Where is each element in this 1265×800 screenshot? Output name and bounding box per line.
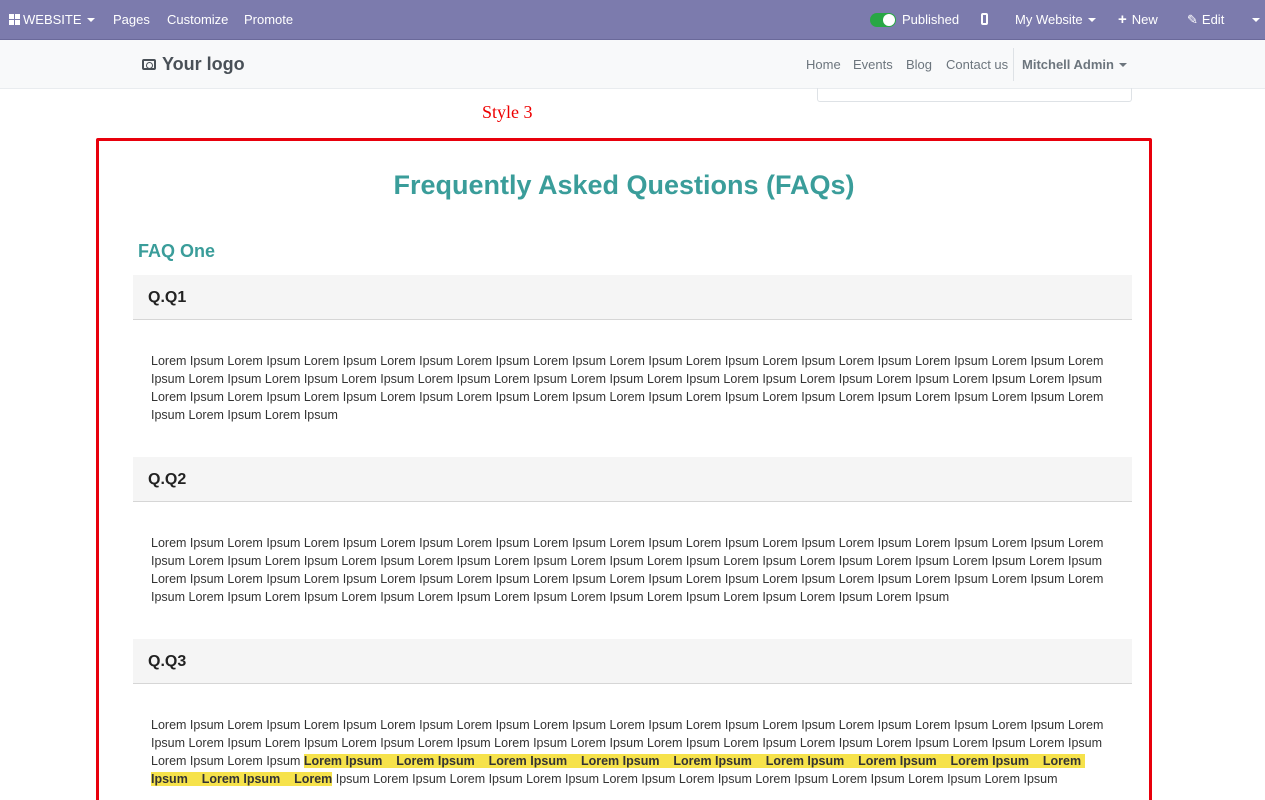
edit-button[interactable]: ✎ Edit [1187,0,1224,40]
faq-container: Frequently Asked Questions (FAQs) FAQ On… [96,138,1152,800]
faq-answer: Lorem Ipsum Lorem Ipsum Lorem Ipsum Lore… [151,716,1113,788]
chevron-down-icon [1087,18,1096,22]
new-label: New [1131,12,1158,27]
chevron-down-icon [1252,18,1260,22]
edit-label: Edit [1201,12,1225,27]
pencil-icon: ✎ [1187,12,1198,27]
published-toggle[interactable]: Published [870,0,959,40]
new-button[interactable]: + New [1118,0,1158,40]
site-logo[interactable]: Your logo [142,54,245,75]
nav-divider [1013,48,1014,81]
logo-text: Your logo [162,54,245,74]
faq-question-header[interactable]: Q.Q1 [133,275,1132,320]
user-menu-button[interactable]: Mitchell Admin [1022,40,1127,89]
camera-icon [142,59,156,70]
admin-top-bar: WEBSITE Pages Customize Promote Publishe… [0,0,1265,40]
pages-menu-button[interactable]: Pages [113,0,150,40]
user-name: Mitchell Admin [1022,57,1114,72]
my-website-label: My Website [1015,12,1083,27]
website-menu-button[interactable]: WEBSITE [9,0,95,40]
mobile-preview-button[interactable] [981,0,988,40]
chevron-down-icon [86,18,95,22]
plus-icon: + [1118,11,1127,28]
faq-title: Frequently Asked Questions (FAQs) [393,170,855,200]
faq-section-title: FAQ One [138,241,216,261]
site-header: Your logo Home Events Blog Contact us Mi… [0,40,1265,89]
nav-blog[interactable]: Blog [906,40,932,89]
faq-answer: Lorem Ipsum Lorem Ipsum Lorem Ipsum Lore… [151,354,1104,422]
promote-menu-button[interactable]: Promote [244,0,293,40]
nav-events[interactable]: Events [853,40,893,89]
website-menu-label: WEBSITE [23,12,82,27]
faq-answer: Lorem Ipsum Lorem Ipsum Lorem Ipsum Lore… [151,536,1104,604]
faq-question-header[interactable]: Q.Q2 [133,457,1132,502]
partial-content-box [817,88,1132,102]
nav-home[interactable]: Home [806,40,841,89]
my-website-menu-button[interactable]: My Website [1015,0,1096,40]
chevron-down-icon [1118,63,1127,67]
faq-question-header[interactable]: Q.Q3 [133,639,1132,684]
published-label: Published [902,12,960,27]
customize-menu-button[interactable]: Customize [167,0,228,40]
edit-dropdown-toggle[interactable] [1247,0,1260,40]
style-label: Style 3 [482,102,533,122]
mobile-phone-icon [981,13,988,25]
nav-contact-us[interactable]: Contact us [946,40,1008,89]
toggle-switch-icon [870,13,896,27]
apps-grid-icon [9,14,20,25]
faq-answer-text: Ipsum Lorem Ipsum Lorem Ipsum Lorem Ipsu… [332,772,1058,786]
